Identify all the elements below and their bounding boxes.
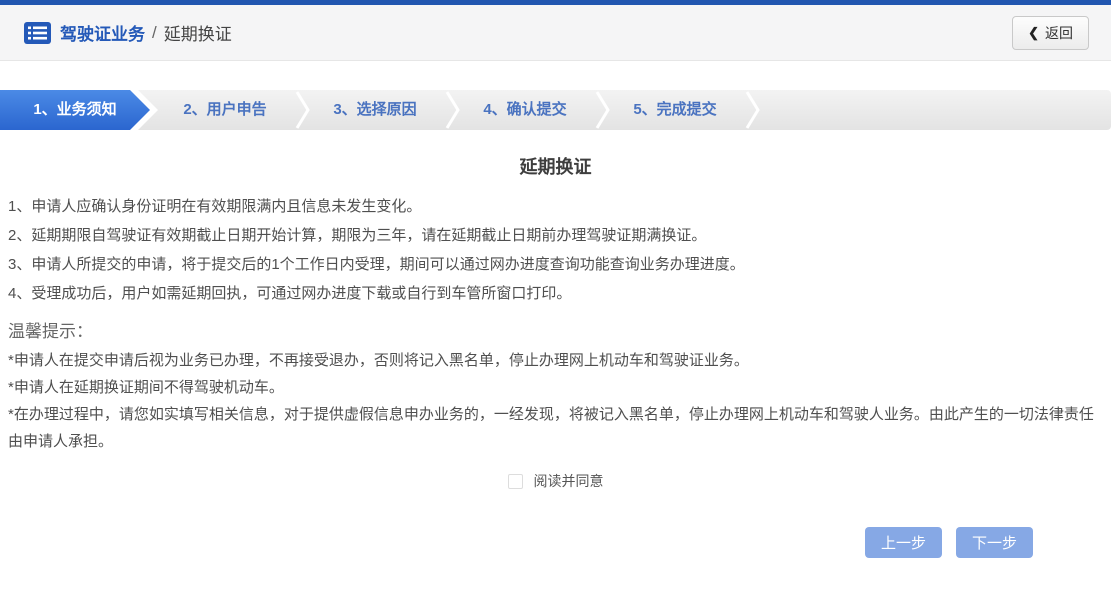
agree-row[interactable]: 阅读并同意 — [0, 471, 1111, 491]
tips-heading: 温馨提示： — [0, 317, 1111, 347]
step-separator-icon — [745, 90, 761, 130]
page: 驾驶证业务 / 延期换证 ❮ 返回 1、业务须知 2、用户申告 3、选择原因 4… — [0, 0, 1111, 609]
footer-actions: 上一步 下一步 — [0, 527, 1111, 558]
step-progress-bar: 1、业务须知 2、用户申告 3、选择原因 4、确认提交 5、完成提交 — [0, 90, 1111, 130]
next-step-button[interactable]: 下一步 — [956, 527, 1033, 558]
previous-step-button[interactable]: 上一步 — [865, 527, 942, 558]
notice-item-1: 1、申请人应确认身份证明在有效期限满内且信息未发生变化。 — [8, 192, 1103, 221]
agree-checkbox[interactable] — [508, 474, 523, 489]
tip-item-1: *申请人在提交申请后视为业务已办理，不再接受退办，否则将记入黑名单，停止办理网上… — [8, 347, 1103, 374]
tip-item-2: *申请人在延期换证期间不得驾驶机动车。 — [8, 374, 1103, 401]
step-5-complete-submit: 5、完成提交 — [600, 90, 750, 130]
notice-item-4: 4、受理成功后，用户如需延期回执，可通过网办进度下载或自行到车管所窗口打印。 — [8, 279, 1103, 308]
breadcrumb-separator: / — [152, 23, 157, 43]
page-title: 延期换证 — [0, 153, 1111, 179]
back-button[interactable]: ❮ 返回 — [1012, 16, 1089, 50]
step-separator-icon — [295, 90, 311, 130]
back-button-label: 返回 — [1045, 23, 1073, 43]
step-separator-icon — [595, 90, 611, 130]
breadcrumb-current-page: 延期换证 — [164, 20, 232, 45]
header: 驾驶证业务 / 延期换证 ❮ 返回 — [0, 5, 1111, 61]
step-3-select-reason: 3、选择原因 — [300, 90, 450, 130]
step-4-confirm-submit: 4、确认提交 — [450, 90, 600, 130]
tips-list: *申请人在提交申请后视为业务已办理，不再接受退办，否则将记入黑名单，停止办理网上… — [0, 347, 1111, 455]
chevron-left-icon: ❮ — [1028, 25, 1039, 41]
step-2-user-declaration: 2、用户申告 — [150, 90, 300, 130]
notice-item-2: 2、延期期限自驾驶证有效期截止日期开始计算，期限为三年，请在延期截止日期前办理驾… — [8, 221, 1103, 250]
breadcrumb-business-category[interactable]: 驾驶证业务 — [60, 20, 145, 45]
tip-item-3: *在办理过程中，请您如实填写相关信息，对于提供虚假信息申办业务的，一经发现，将被… — [8, 401, 1103, 455]
notice-list: 1、申请人应确认身份证明在有效期限满内且信息未发生变化。 2、延期期限自驾驶证有… — [0, 192, 1111, 308]
agree-checkbox-label: 阅读并同意 — [534, 471, 604, 491]
list-icon — [24, 22, 51, 44]
notice-item-3: 3、申请人所提交的申请，将于提交后的1个工作日内受理，期间可以通过网办进度查询功… — [8, 250, 1103, 279]
step-separator-icon — [445, 90, 461, 130]
step-1-business-notice: 1、业务须知 — [0, 90, 150, 130]
